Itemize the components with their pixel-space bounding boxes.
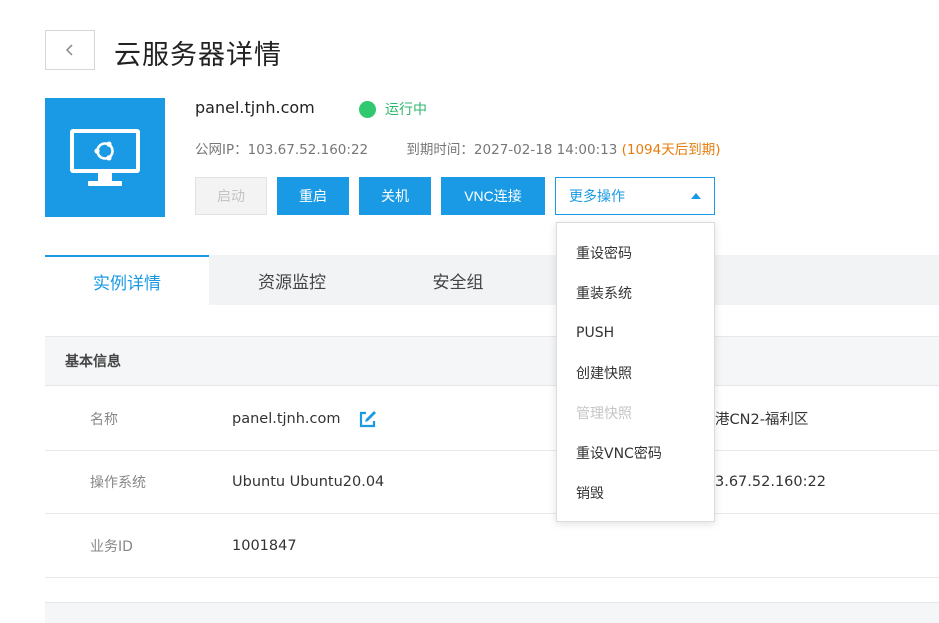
server-detail-page: 云服务器详情 panel.tjnh.com 运行中 公网IP：103.67.52… bbox=[0, 0, 939, 623]
os-value: Ubuntu Ubuntu20.04 bbox=[232, 473, 385, 490]
os-label: 操作系统 bbox=[90, 474, 146, 491]
vnc-connect-button[interactable]: VNC连接 bbox=[441, 177, 545, 215]
basic-info-header: 基本信息 bbox=[45, 336, 939, 386]
tab-resource-monitor[interactable]: 资源监控 bbox=[209, 255, 375, 305]
server-thumbnail bbox=[45, 98, 165, 217]
tab-security-group[interactable]: 安全组 bbox=[375, 255, 541, 305]
tab-instance-details[interactable]: 实例详情 bbox=[45, 255, 209, 305]
ip-label: 公网IP： bbox=[195, 142, 248, 158]
more-actions-dropdown[interactable]: 更多操作 bbox=[555, 177, 715, 215]
shutdown-button[interactable]: 关机 bbox=[359, 177, 431, 215]
menu-item-destroy[interactable]: 销毁 bbox=[557, 473, 714, 513]
menu-item-reset-password[interactable]: 重设密码 bbox=[557, 233, 714, 273]
info-row-os: 操作系统 Ubuntu Ubuntu20.04 3.67.52.160:22 bbox=[45, 450, 939, 514]
ip-value: 103.67.52.160:22 bbox=[247, 142, 369, 158]
tab-bar: 实例详情 资源监控 安全组 bbox=[45, 255, 939, 305]
back-button[interactable] bbox=[45, 30, 95, 70]
next-section-header bbox=[45, 602, 939, 623]
status-badge: 运行中 bbox=[359, 99, 427, 119]
menu-item-manage-snapshots: 管理快照 bbox=[576, 406, 632, 422]
expire-info: 到期时间：2027-02-18 14:00:13 (1094天后到期) bbox=[406, 142, 720, 158]
server-hostname: panel.tjnh.com bbox=[195, 98, 315, 117]
business-id-label: 业务ID bbox=[90, 538, 133, 555]
menu-item-push[interactable]: PUSH bbox=[557, 313, 714, 353]
info-row-business-id: 业务ID 1001847 bbox=[45, 514, 939, 578]
restart-button[interactable]: 重启 bbox=[277, 177, 349, 215]
monitor-ubuntu-icon bbox=[70, 128, 140, 186]
address-value: 3.67.52.160:22 bbox=[715, 473, 826, 490]
expire-time: 2027-02-18 14:00:13 bbox=[473, 142, 618, 158]
name-text: panel.tjnh.com bbox=[232, 410, 341, 427]
business-id-value: 1001847 bbox=[232, 537, 297, 554]
running-status-dot bbox=[359, 100, 376, 118]
status-text: 运行中 bbox=[385, 102, 427, 118]
caret-up-icon bbox=[691, 193, 701, 199]
menu-item-reset-vnc-password[interactable]: 重设VNC密码 bbox=[557, 433, 714, 473]
more-actions-label: 更多操作 bbox=[569, 188, 625, 204]
more-actions-menu: 重设密码 重装系统 PUSH 创建快照 管理快照 重设VNC密码 销毁 bbox=[556, 222, 715, 522]
region-value: 港CN2-福利区 bbox=[715, 412, 809, 428]
server-meta: 公网IP：103.67.52.160:22 到期时间：2027-02-18 14… bbox=[195, 138, 721, 158]
edit-icon[interactable] bbox=[358, 410, 377, 428]
expire-label: 到期时间： bbox=[406, 142, 474, 158]
menu-item-create-snapshot[interactable]: 创建快照 bbox=[557, 353, 714, 393]
name-value: panel.tjnh.com bbox=[232, 387, 377, 450]
expire-note: (1094天后到期) bbox=[621, 142, 721, 158]
name-label: 名称 bbox=[90, 411, 118, 428]
page-title: 云服务器详情 bbox=[114, 40, 282, 71]
chevron-left-icon bbox=[65, 44, 73, 56]
info-row-name: 名称 panel.tjnh.com 港CN2-福利区 bbox=[45, 387, 939, 451]
start-button[interactable]: 启动 bbox=[195, 177, 267, 215]
menu-item-reinstall-system[interactable]: 重装系统 bbox=[557, 273, 714, 313]
